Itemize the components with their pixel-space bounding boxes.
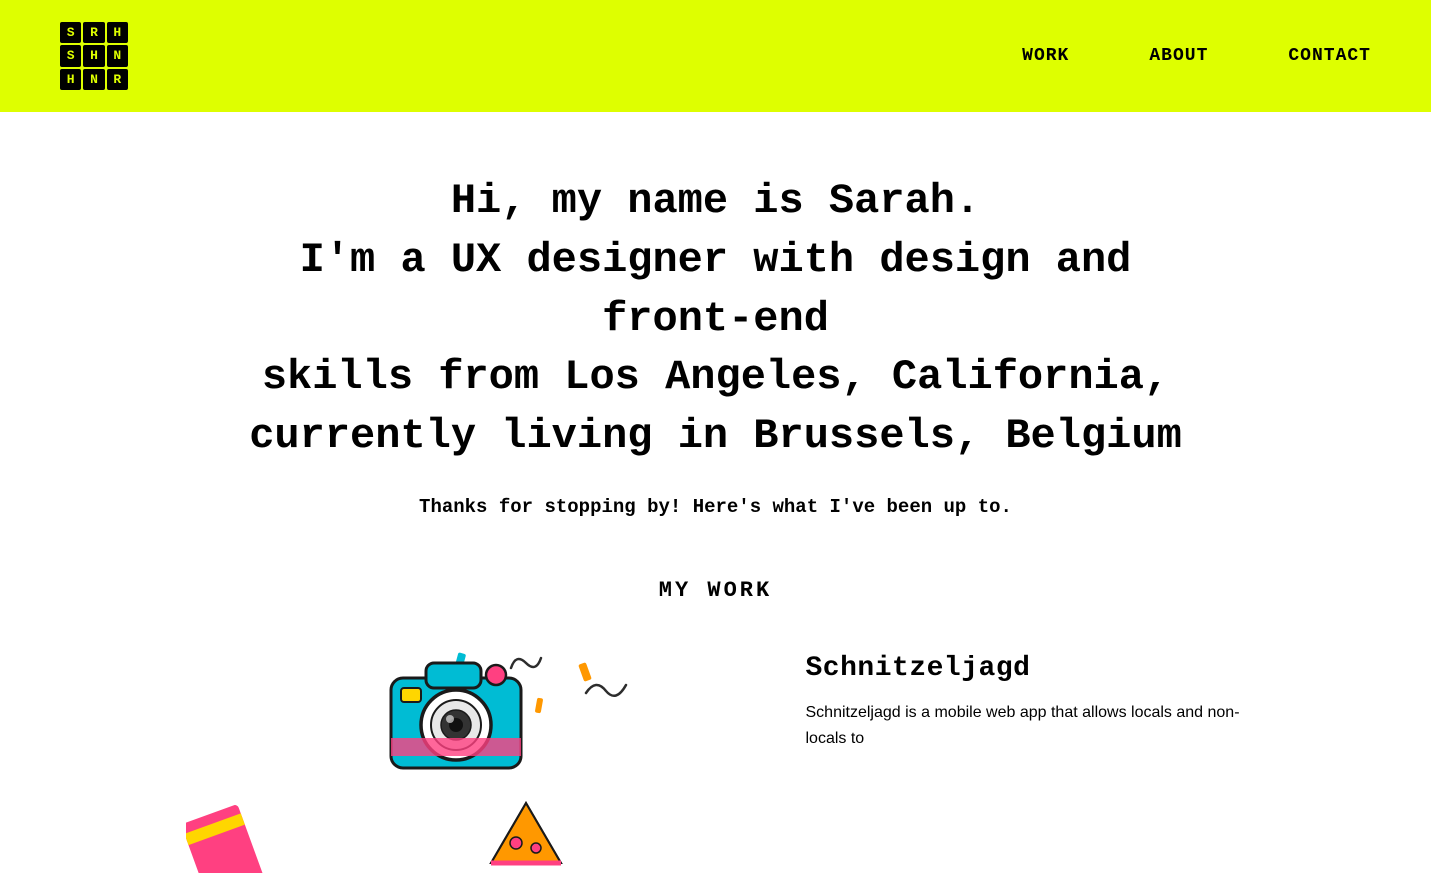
nav-contact[interactable]: CONTACT	[1288, 46, 1371, 66]
hero-title-line4: currently living in Brussels, Belgium	[249, 412, 1182, 460]
logo-cell-s2: S	[60, 45, 81, 66]
site-logo[interactable]: S R H S H N H N R	[60, 22, 128, 90]
bottom-illustration-right	[486, 798, 566, 868]
hero-title-line1: Hi, my name is Sarah.	[226, 172, 1206, 231]
squiggle-2	[581, 673, 631, 713]
site-header: S R H S H N H N R WORK ABOUT CONTACT	[0, 0, 1431, 112]
hero-subtitle: Thanks for stopping by! Here's what I've…	[419, 496, 1012, 518]
nav-about[interactable]: ABOUT	[1149, 46, 1208, 66]
nav-work[interactable]: WORK	[1022, 46, 1069, 66]
work-card-text: Schnitzeljagd Schnitzeljagd is a mobile …	[766, 633, 1266, 771]
logo-cell-r2: R	[107, 69, 128, 90]
work-section: MY WORK	[40, 578, 1391, 833]
main-nav: WORK ABOUT CONTACT	[1022, 46, 1371, 66]
logo-cell-h: H	[107, 22, 128, 43]
camera-illustration	[366, 638, 546, 783]
hero-title-line3: skills from Los Angeles, California,	[262, 353, 1169, 401]
hero-title-line2: I'm a UX designer with design and front-…	[300, 236, 1132, 343]
work-card-image	[166, 633, 766, 833]
work-card-schnitzeljagd: Schnitzeljagd Schnitzeljagd is a mobile …	[166, 633, 1266, 833]
work-card-title: Schnitzeljagd	[806, 653, 1246, 684]
logo-cell-n2: N	[83, 69, 104, 90]
logo-cell-s: S	[60, 22, 81, 43]
logo-cell-h2: H	[83, 45, 104, 66]
confetti-area	[166, 633, 766, 833]
main-content: Hi, my name is Sarah. I'm a UX designer …	[0, 112, 1431, 873]
logo-cell-r: R	[83, 22, 104, 43]
hero-title: Hi, my name is Sarah. I'm a UX designer …	[226, 172, 1206, 466]
bottom-illustration-left	[186, 793, 286, 873]
work-section-title: MY WORK	[659, 578, 772, 603]
logo-cell-h3: H	[60, 69, 81, 90]
logo-cell-n: N	[107, 45, 128, 66]
work-card-description: Schnitzeljagd is a mobile web app that a…	[806, 700, 1246, 751]
